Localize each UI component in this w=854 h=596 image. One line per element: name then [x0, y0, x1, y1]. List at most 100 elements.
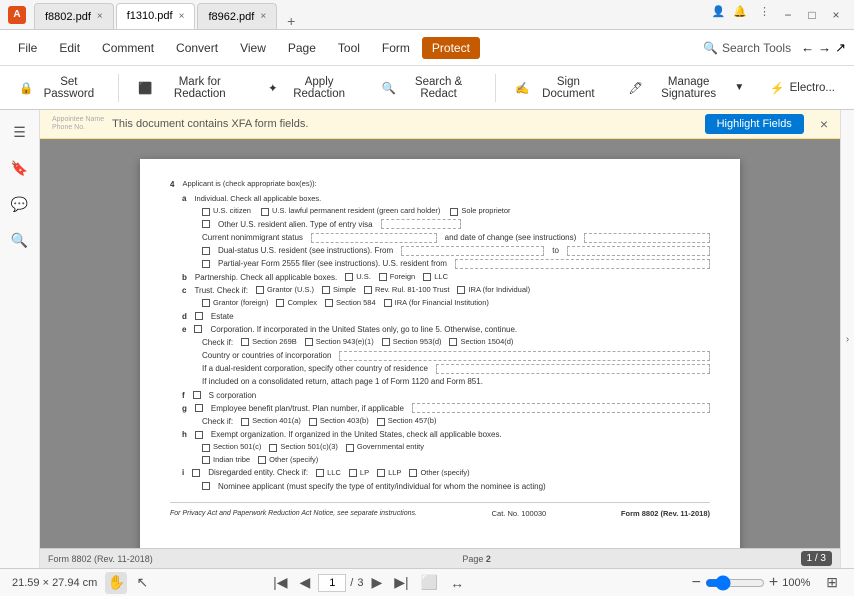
- other-us-checkbox[interactable]: [202, 220, 210, 228]
- sec501c3-checkbox[interactable]: [269, 444, 277, 452]
- nominee-checkbox[interactable]: [202, 482, 210, 490]
- disregarded-checkbox[interactable]: [192, 469, 200, 477]
- zoom-slider[interactable]: [705, 575, 765, 591]
- emp-benefit-checkbox[interactable]: [195, 404, 203, 412]
- tab-close-f1310[interactable]: ×: [179, 11, 185, 22]
- partial-year-field[interactable]: [455, 259, 710, 269]
- grantor-us-checkbox[interactable]: [256, 286, 264, 294]
- corp-checkbox[interactable]: [194, 325, 202, 333]
- menu-form[interactable]: Form: [372, 37, 420, 59]
- tab-f8802[interactable]: f8802.pdf ×: [34, 3, 114, 29]
- estate-checkbox[interactable]: [195, 312, 203, 320]
- sec401a-checkbox[interactable]: [241, 418, 249, 426]
- ira-financial-checkbox[interactable]: [384, 299, 392, 307]
- sole-prop-checkbox[interactable]: [450, 208, 458, 216]
- manage-signatures-button[interactable]: 🖊 Manage Signatures ▼: [617, 71, 755, 105]
- xfa-close-button[interactable]: ×: [820, 116, 828, 132]
- menu-edit[interactable]: Edit: [49, 37, 90, 59]
- simple-checkbox[interactable]: [322, 286, 330, 294]
- plan-number-field[interactable]: [412, 403, 710, 413]
- page-number-input[interactable]: [318, 574, 346, 592]
- sec953d-checkbox[interactable]: [382, 338, 390, 346]
- dual-to-field[interactable]: [567, 246, 710, 256]
- last-page-button[interactable]: ▶|: [390, 572, 412, 593]
- sec457b-checkbox[interactable]: [377, 418, 385, 426]
- apply-redaction-button[interactable]: ✦ Apply Redaction: [257, 71, 367, 105]
- dual-status-checkbox[interactable]: [202, 247, 210, 255]
- fit-width-button[interactable]: ↔: [446, 573, 468, 593]
- exempt-checkbox[interactable]: [195, 431, 203, 439]
- select-tool-button[interactable]: ↖: [131, 572, 153, 594]
- nonimmigrant-field[interactable]: [311, 233, 437, 243]
- partial-year-checkbox[interactable]: [202, 260, 210, 268]
- rev-rul-checkbox[interactable]: [364, 286, 372, 294]
- tab-close-f8962[interactable]: ×: [260, 11, 266, 22]
- llc-part-checkbox[interactable]: [423, 273, 431, 281]
- complex-checkbox[interactable]: [276, 299, 284, 307]
- country-field[interactable]: [339, 351, 710, 361]
- prev-page-button[interactable]: ◀: [295, 572, 314, 593]
- entry-visa-field[interactable]: [381, 219, 461, 229]
- llc2-checkbox[interactable]: [316, 469, 324, 477]
- menu-tool[interactable]: Tool: [328, 37, 370, 59]
- sec501c-checkbox[interactable]: [202, 444, 210, 452]
- search-redact-button[interactable]: 🔍 Search & Redact: [371, 71, 488, 105]
- electro-button[interactable]: ⚡ Electro...: [759, 76, 846, 100]
- zoom-out-button[interactable]: −: [692, 574, 701, 592]
- indian-tribe-checkbox[interactable]: [202, 456, 210, 464]
- zoom-in-button[interactable]: +: [769, 574, 778, 592]
- section584-checkbox[interactable]: [325, 299, 333, 307]
- menu-convert[interactable]: Convert: [166, 37, 228, 59]
- sec1504d-checkbox[interactable]: [449, 338, 457, 346]
- lp-checkbox[interactable]: [349, 469, 357, 477]
- close-button[interactable]: ×: [826, 5, 846, 25]
- next-page-button[interactable]: ▶: [367, 572, 386, 593]
- back-icon[interactable]: ←: [801, 40, 814, 56]
- forward-icon[interactable]: →: [818, 40, 831, 56]
- right-collapse-handle[interactable]: ›: [840, 110, 854, 568]
- menu-file[interactable]: File: [8, 37, 47, 59]
- set-password-button[interactable]: 🔒 Set Password: [8, 71, 110, 105]
- grantor-foreign-checkbox[interactable]: [202, 299, 210, 307]
- us-citizen-checkbox[interactable]: [202, 208, 210, 216]
- sec403b-checkbox[interactable]: [309, 418, 317, 426]
- tab-f8962[interactable]: f8962.pdf ×: [197, 3, 277, 29]
- other-specify2-checkbox[interactable]: [409, 469, 417, 477]
- first-page-button[interactable]: |◀: [269, 572, 291, 593]
- pdf-scroll-area[interactable]: 4 Applicant is (check appropriate box(es…: [40, 139, 840, 548]
- us-part-checkbox[interactable]: [345, 273, 353, 281]
- sec943-checkbox[interactable]: [305, 338, 313, 346]
- menu-protect[interactable]: Protect: [422, 37, 480, 59]
- date-change-field[interactable]: [584, 233, 710, 243]
- foreign-part-checkbox[interactable]: [379, 273, 387, 281]
- dual-resident-field[interactable]: [436, 364, 710, 374]
- share-icon[interactable]: ↗: [835, 40, 846, 56]
- ira-ind-checkbox[interactable]: [457, 286, 465, 294]
- llp-checkbox[interactable]: [377, 469, 385, 477]
- minimize-button[interactable]: −: [778, 5, 798, 25]
- hand-tool-button[interactable]: ✋: [105, 572, 127, 594]
- sidebar-bookmark-icon[interactable]: 🔖: [6, 154, 34, 182]
- tab-add-button[interactable]: +: [279, 13, 303, 29]
- sec269b-checkbox[interactable]: [241, 338, 249, 346]
- governmental-checkbox[interactable]: [346, 444, 354, 452]
- menu-comment[interactable]: Comment: [92, 37, 164, 59]
- menu-view[interactable]: View: [230, 37, 276, 59]
- mark-for-redaction-button[interactable]: ⬛ Mark for Redaction: [127, 71, 253, 105]
- tab-f1310[interactable]: f1310.pdf ×: [116, 3, 196, 29]
- tab-close-f8802[interactable]: ×: [97, 11, 103, 22]
- sidebar-comment-icon[interactable]: 💬: [6, 190, 34, 218]
- us-lawful-checkbox[interactable]: [261, 208, 269, 216]
- menu-page[interactable]: Page: [278, 37, 326, 59]
- dual-from-field[interactable]: [401, 246, 544, 256]
- highlight-fields-button[interactable]: Highlight Fields: [705, 114, 804, 134]
- sign-document-button[interactable]: ✍ Sign Document: [504, 71, 613, 105]
- scorp-checkbox[interactable]: [193, 391, 201, 399]
- fit-page-button[interactable]: ⬜: [417, 572, 442, 593]
- search-tools[interactable]: 🔍 Search Tools: [703, 41, 791, 55]
- sidebar-search-icon[interactable]: 🔍: [6, 226, 34, 254]
- other-specify-checkbox[interactable]: [258, 456, 266, 464]
- sidebar-panel-icon[interactable]: ☰: [6, 118, 34, 146]
- maximize-button[interactable]: □: [802, 5, 822, 25]
- view-mode-button[interactable]: ⊞: [822, 572, 842, 593]
